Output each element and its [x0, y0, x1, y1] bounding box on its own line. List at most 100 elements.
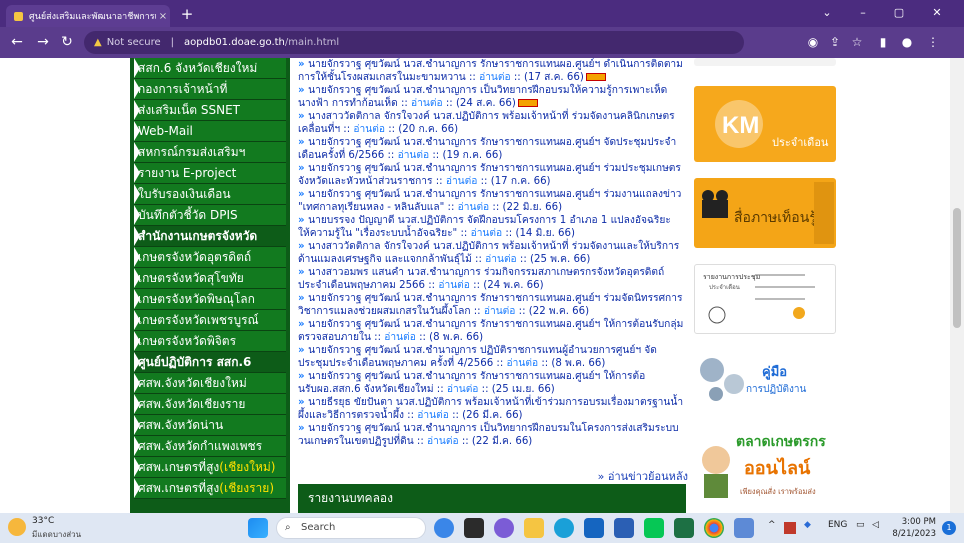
- read-more-link[interactable]: อ่านต่อ: [458, 202, 490, 213]
- news-text[interactable]: นายจักรวาฐ ศุขวัฒน์ นวส.ชำนาญการ รักษารา…: [298, 189, 681, 213]
- sidepanel-icon[interactable]: ▮: [874, 33, 892, 51]
- edge-icon[interactable]: [554, 518, 574, 538]
- news-bullet-icon: »: [298, 397, 309, 408]
- farmer-market-banner[interactable]: ตลาดเกษตรกร ออนไลน์ เพียงคุณสั่ง เราพร้อ…: [694, 418, 836, 504]
- sidebar-item-sukhothai[interactable]: เกษตรจังหวัดสุโขทัย: [134, 268, 286, 289]
- forward-arrow-icon[interactable]: →: [34, 33, 52, 51]
- network-app-icon[interactable]: [734, 518, 754, 538]
- sidebar-item-dpis[interactable]: บันทึกตัวชี้วัด DPIS: [134, 205, 286, 226]
- close-window-button[interactable]: ✕: [922, 3, 952, 23]
- farmer-market-graphic: ตลาดเกษตรกร ออนไลน์ เพียงคุณสั่ง เราพร้อ…: [702, 434, 826, 498]
- minimize-button[interactable]: –: [848, 3, 878, 23]
- sidebar-item-webmail[interactable]: Web-Mail: [134, 121, 286, 142]
- back-arrow-icon[interactable]: ←: [8, 33, 26, 51]
- url-field[interactable]: ▲ Not secure | aopdb01.doae.go.th/main.html: [84, 31, 744, 54]
- news-date: (25 พ.ค. 66): [530, 254, 591, 265]
- read-more-link[interactable]: อ่านต่อ: [479, 72, 511, 83]
- taskbar-search-box[interactable]: ⌕ Search: [276, 517, 426, 539]
- task-view-icon[interactable]: [464, 518, 484, 538]
- older-news-link[interactable]: » อ่านข่าวย้อนหลัง: [298, 467, 688, 485]
- language-indicator[interactable]: ENG: [828, 520, 847, 530]
- browser-tab[interactable]: ศูนย์ส่งเสริมและพัฒนาอาชีพการเกษตร ×: [6, 5, 170, 27]
- read-more-link[interactable]: อ่านต่อ: [398, 150, 430, 161]
- read-more-link[interactable]: อ่านต่อ: [438, 280, 470, 291]
- sidebar-item-ssp-kamphaengphet[interactable]: ศสพ.จังหวัดกำแพงเพชร: [134, 436, 286, 457]
- market-sub: ออนไลน์: [744, 457, 811, 479]
- speaker-icon[interactable]: ◁: [872, 520, 879, 530]
- weather-widget[interactable]: 33°C มีแดดบางส่วน: [8, 516, 98, 540]
- sidebar-item-personnel[interactable]: กองการเจ้าหน้าที่: [134, 79, 286, 100]
- windows-start-icon[interactable]: [248, 518, 268, 538]
- manual-graphic: คู่มือ การปฏิบัติงาน: [700, 358, 806, 401]
- notification-badge[interactable]: 1: [942, 521, 956, 535]
- read-more-link[interactable]: อ่านต่อ: [446, 176, 478, 187]
- market-title: ตลาดเกษตรกร: [736, 434, 826, 450]
- excel-icon[interactable]: [674, 518, 694, 538]
- news-item: » นายจักรวาฐ ศุขวัฒน์ นวส.ชำนาญการ รักษา…: [298, 319, 684, 343]
- news-bullet-icon: »: [298, 215, 309, 226]
- news-text[interactable]: นายจักรวาฐ ศุขวัฒน์ นวส.ชำนาญการ รักษารา…: [298, 319, 683, 343]
- tray-shield-icon[interactable]: ◆: [804, 520, 811, 530]
- share-icon[interactable]: ⇪: [826, 33, 844, 51]
- weather-desc: มีแดดบางส่วน: [32, 530, 82, 539]
- manual-banner[interactable]: คู่มือ การปฏิบัติงาน: [694, 348, 836, 408]
- km-text: KM: [722, 112, 759, 139]
- read-more-link[interactable]: อ่านต่อ: [485, 254, 517, 265]
- sidebar-item-salary-cert[interactable]: ใบรับรองเงินเดือน: [134, 184, 286, 205]
- bing-icon[interactable]: [434, 518, 454, 538]
- read-more-link[interactable]: อ่านต่อ: [507, 358, 539, 369]
- file-explorer-icon[interactable]: [524, 518, 544, 538]
- sidebar-item-ssp-chiangrai[interactable]: ศสพ.จังหวัดเชียงราย: [134, 394, 286, 415]
- news-text[interactable]: นางสาวอมพร แสนคำ นวส.ชำนาญการ ร่วมกิจกรร…: [298, 267, 664, 291]
- page-scrollbar[interactable]: [950, 58, 964, 513]
- read-more-link[interactable]: อ่านต่อ: [447, 384, 479, 395]
- sidebar-item-uttaradit[interactable]: เกษตรจังหวัดอุตรดิตถ์: [134, 247, 286, 268]
- chrome-icon[interactable]: [704, 518, 724, 538]
- tab-close-icon[interactable]: ×: [156, 11, 170, 22]
- store-icon[interactable]: [584, 518, 604, 538]
- sidebar-item-phichit[interactable]: เกษตรจังหวัดพิจิตร: [134, 331, 286, 352]
- read-more-link[interactable]: อ่านต่อ: [417, 410, 449, 421]
- read-more-link[interactable]: อ่านต่อ: [353, 124, 385, 135]
- search-placeholder: Search: [301, 522, 336, 533]
- sidebar-item-ssp-chiangmai[interactable]: ศสพ.จังหวัดเชียงใหม่: [134, 373, 286, 394]
- new-tab-button[interactable]: +: [178, 5, 196, 23]
- windows-taskbar: 33°C มีแดดบางส่วน ⌕ Search ^ ◆ ENG ▭ ◁ 3…: [0, 513, 964, 543]
- google-lens-icon[interactable]: ◉: [804, 33, 822, 51]
- monitor-icon[interactable]: ▭: [856, 520, 865, 530]
- bookmark-star-icon[interactable]: ☆: [848, 33, 866, 51]
- sidebar-item-phetchabun[interactable]: เกษตรจังหวัดเพชรบูรณ์: [134, 310, 286, 331]
- news-text[interactable]: นายจักรวาฐ ศุขวัฒน์ นวส.ชำนาญการ รักษารา…: [298, 163, 681, 187]
- meeting-report-graphic: รายงานการประชุม ประจำเดือน: [703, 273, 815, 324]
- teams-chat-icon[interactable]: [494, 518, 514, 538]
- sidebar-item-highland-chiangrai[interactable]: ศสพ.เกษตรที่สูง(เชียงราย): [134, 478, 286, 499]
- read-more-link[interactable]: อ่านต่อ: [384, 332, 416, 343]
- tray-app-icon[interactable]: [784, 522, 796, 534]
- sidebar-item-ssp-nan[interactable]: ศสพ.จังหวัดน่าน: [134, 415, 286, 436]
- menu-kebab-icon[interactable]: ⋮: [924, 33, 942, 51]
- read-more-link[interactable]: อ่านต่อ: [484, 306, 516, 317]
- scrollbar-thumb[interactable]: [953, 208, 961, 328]
- sidebar-item-sakk6-chiangmai[interactable]: สสก.6 จังหวัดเชียงใหม่: [134, 58, 286, 79]
- read-more-link[interactable]: อ่านต่อ: [411, 98, 443, 109]
- sidebar-item-ssnet[interactable]: ส่งเสริมเน็ต SSNET: [134, 100, 286, 121]
- meeting-report-banner[interactable]: รายงานการประชุม ประจำเดือน: [694, 264, 836, 334]
- read-more-link[interactable]: อ่านต่อ: [471, 228, 503, 239]
- maximize-button[interactable]: ▢: [884, 3, 914, 23]
- news-date: (14 มิ.ย. 66): [515, 228, 575, 239]
- profile-avatar-icon[interactable]: ●: [898, 33, 916, 51]
- line-icon[interactable]: [644, 518, 664, 538]
- km-banner[interactable]: KM ประจำเดือน: [694, 86, 836, 162]
- sidebar-item-highland-chiangmai[interactable]: ศสพ.เกษตรที่สูง(เชียงใหม่): [134, 457, 286, 478]
- read-more-link[interactable]: อ่านต่อ: [427, 436, 459, 447]
- taskbar-clock[interactable]: 3:00 PM 8/21/2023: [892, 516, 936, 540]
- tab-search-icon[interactable]: ⌄: [812, 3, 842, 23]
- sidebar-item-phitsanulok[interactable]: เกษตรจังหวัดพิษณุโลก: [134, 289, 286, 310]
- reload-icon[interactable]: ↻: [58, 33, 76, 51]
- sidebar-item-cooperative[interactable]: สหกรณ์กรมส่งเสริมฯ: [134, 142, 286, 163]
- tray-chevron-icon[interactable]: ^: [768, 520, 776, 530]
- sidebar-item-eproject[interactable]: รายงาน E-project: [134, 163, 286, 184]
- news-bullet-icon: »: [298, 371, 309, 382]
- word-icon[interactable]: [614, 518, 634, 538]
- learning-media-banner[interactable]: สื่อภาษเท็อนรู้: [694, 178, 836, 248]
